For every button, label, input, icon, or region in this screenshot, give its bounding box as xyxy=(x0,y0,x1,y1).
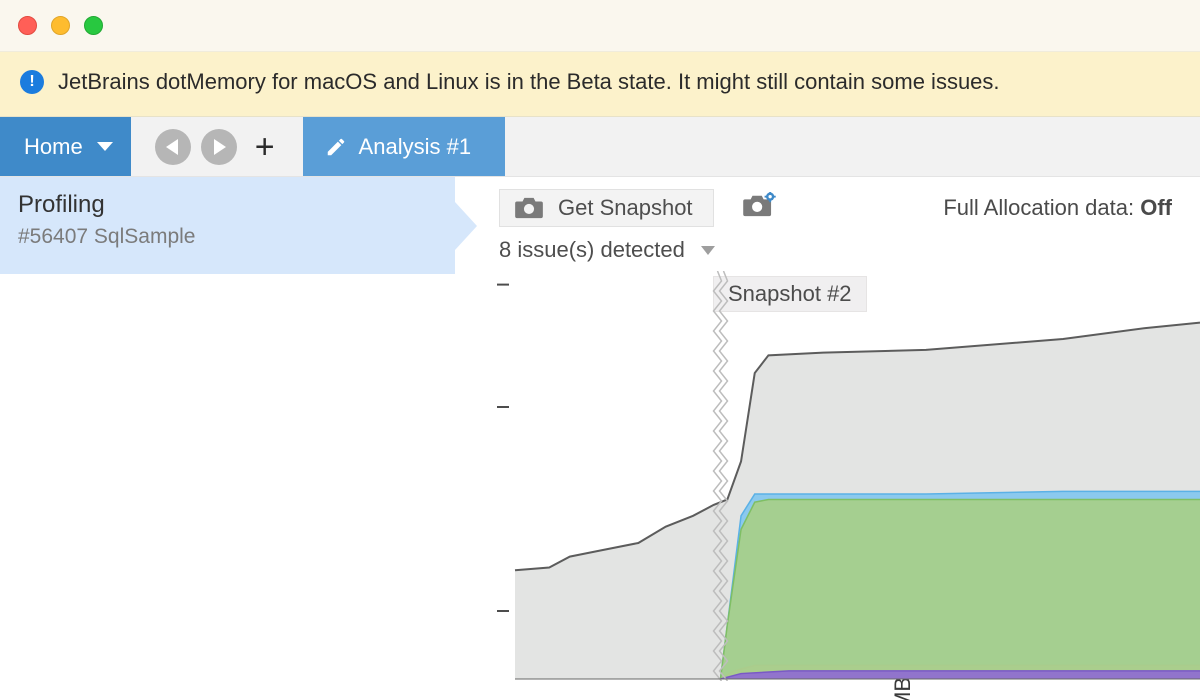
pencil-icon xyxy=(325,136,347,158)
chevron-down-icon xyxy=(701,246,715,255)
add-tab-button[interactable]: + xyxy=(247,130,283,164)
camera-gear-icon xyxy=(742,192,776,218)
memory-chart-svg xyxy=(455,271,1200,681)
chevron-down-icon xyxy=(97,142,113,151)
camera-icon xyxy=(514,196,544,220)
issues-label: 8 issue(s) detected xyxy=(499,237,685,263)
allocation-status: Full Allocation data: Off xyxy=(943,195,1172,221)
snapshot-settings-button[interactable] xyxy=(742,192,776,224)
sidebar-profiling-card[interactable]: Profiling #56407 SqlSample xyxy=(0,177,455,274)
beta-banner: ! JetBrains dotMemory for macOS and Linu… xyxy=(0,52,1200,117)
get-snapshot-button[interactable]: Get Snapshot xyxy=(499,189,714,227)
toolbar: Get Snapshot Full Allocation data: Off xyxy=(455,177,1200,235)
sidebar-title: Profiling xyxy=(18,191,437,219)
arrow-left-icon xyxy=(166,139,178,155)
issues-dropdown[interactable]: 8 issue(s) detected xyxy=(455,235,1200,271)
nav-buttons: + xyxy=(145,117,293,176)
tab-home[interactable]: Home xyxy=(0,117,131,176)
window-titlebar xyxy=(0,0,1200,52)
window-close-button[interactable] xyxy=(18,16,37,35)
content-area: Profiling #56407 SqlSample Get Snapshot xyxy=(0,177,1200,700)
window-zoom-button[interactable] xyxy=(84,16,103,35)
memory-chart[interactable]: 200,0 MB Snapshot #2 xyxy=(455,271,1200,700)
alloc-label: Full Allocation data: xyxy=(943,195,1140,220)
get-snapshot-label: Get Snapshot xyxy=(558,195,693,221)
sidebar-subtitle: #56407 SqlSample xyxy=(18,225,437,249)
tab-strip: Home + Analysis #1 xyxy=(0,117,1200,177)
main-panel: Get Snapshot Full Allocation data: Off xyxy=(455,177,1200,700)
nav-forward-button[interactable] xyxy=(201,129,237,165)
beta-banner-text: JetBrains dotMemory for macOS and Linux … xyxy=(58,69,1000,95)
info-icon: ! xyxy=(20,70,44,94)
window-minimize-button[interactable] xyxy=(51,16,70,35)
sidebar: Profiling #56407 SqlSample xyxy=(0,177,455,700)
arrow-right-icon xyxy=(214,139,226,155)
tab-analysis[interactable]: Analysis #1 xyxy=(303,117,506,176)
tab-home-label: Home xyxy=(24,134,83,160)
nav-back-button[interactable] xyxy=(155,129,191,165)
alloc-value: Off xyxy=(1140,195,1172,220)
tab-analysis-label: Analysis #1 xyxy=(359,134,472,160)
